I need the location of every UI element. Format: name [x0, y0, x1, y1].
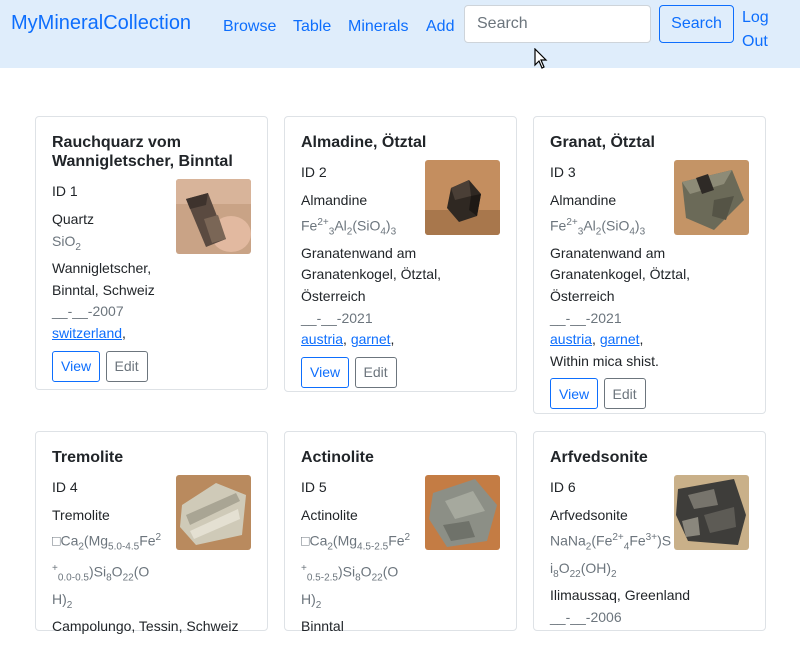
- tag-link[interactable]: austria: [301, 331, 343, 347]
- card-actions: View Edit: [550, 378, 749, 410]
- brand-link[interactable]: MyMineralCollection: [11, 12, 191, 35]
- card-actions: View Edit: [301, 356, 500, 388]
- view-button[interactable]: View: [550, 378, 599, 410]
- nav-link-minerals[interactable]: Minerals: [348, 18, 408, 36]
- tag-link[interactable]: switzerland: [52, 325, 122, 341]
- card-date: __-__-2021: [301, 309, 373, 326]
- card-date: __-__-2021: [550, 309, 622, 326]
- card-locality: Granatenwand am Granatenkogel, Ötztal, Ö…: [301, 244, 442, 305]
- edit-button[interactable]: Edit: [603, 378, 646, 410]
- tag-link[interactable]: garnet: [351, 331, 391, 347]
- card-title: Rauchquarz vom Wannigletscher, Binntal: [52, 134, 233, 170]
- mineral-photo[interactable]: [674, 475, 749, 550]
- view-button[interactable]: View: [301, 356, 350, 388]
- navbar: MyMineralCollection Browse Table Mineral…: [0, 0, 800, 69]
- nav-link-browse[interactable]: Browse: [223, 18, 276, 36]
- card-locality: Ilimaussaq, Greenland: [550, 587, 691, 604]
- card-formula: NaNa2(Fe2+4Fe3+)Si8O22(OH)2: [550, 531, 672, 580]
- mineral-photo[interactable]: [674, 160, 749, 235]
- card-locality: Binntal: [301, 618, 344, 635]
- search-button[interactable]: Search: [659, 5, 734, 43]
- card-tags: austria, garnet,: [301, 331, 395, 348]
- mineral-photo[interactable]: [425, 475, 500, 550]
- card-formula: □Ca2(Mg5.0-4.5Fe2+0.0-0.5)Si8O22(OH)2: [52, 531, 162, 611]
- logout-link[interactable]: Log Out: [742, 6, 782, 54]
- card-title: Actinolite: [301, 449, 374, 466]
- card-title: Arfvedsonite: [550, 449, 648, 466]
- card-locality: Campolungo, Tessin, Schweiz: [52, 618, 239, 635]
- mineral-card: Rauchquarz vom Wannigletscher, Binntal I…: [35, 116, 268, 390]
- mineral-card: Tremolite ID 4 Tremolite □Ca2(Mg5.0-4.5F…: [35, 431, 268, 634]
- mineral-card: Actinolite ID 5 Actinolite □Ca2(Mg4.5-2.…: [284, 431, 517, 634]
- view-button[interactable]: View: [52, 350, 101, 382]
- edit-button[interactable]: Edit: [105, 350, 148, 382]
- mineral-photo[interactable]: [176, 179, 251, 254]
- card-date: __-__-2006: [550, 608, 622, 625]
- nav-link-add[interactable]: Add: [426, 18, 454, 36]
- card-title: Almadine, Ötztal: [301, 134, 427, 151]
- card-tags: switzerland,: [52, 324, 126, 341]
- card-note: Within mica shist.: [550, 352, 659, 369]
- card-actions: View Edit: [52, 350, 251, 382]
- mineral-card: Arfvedsonite ID 6 Arfvedsonite NaNa2(Fe2…: [533, 431, 766, 631]
- card-date: __-__-2007: [52, 303, 124, 320]
- card-locality: Wannigletscher, Binntal, Schweiz: [52, 260, 155, 298]
- mineral-photo[interactable]: [176, 475, 251, 550]
- card-tags: austria, garnet,: [550, 331, 644, 348]
- mineral-card: Almadine, Ötztal ID 2 Almandine Fe2+3Al2…: [284, 116, 517, 392]
- card-locality: Granatenwand am Granatenkogel, Ötztal, Ö…: [550, 244, 691, 305]
- search-input[interactable]: [464, 5, 651, 43]
- mineral-photo[interactable]: [425, 160, 500, 235]
- mouse-cursor-icon: [534, 48, 548, 69]
- nav-link-table[interactable]: Table: [293, 18, 331, 36]
- tag-link[interactable]: austria: [550, 331, 592, 347]
- edit-button[interactable]: Edit: [354, 356, 397, 388]
- card-formula: □Ca2(Mg4.5-2.5Fe2+0.5-2.5)Si8O22(OH)2: [301, 531, 411, 611]
- card-title: Granat, Ötztal: [550, 134, 655, 151]
- card-title: Tremolite: [52, 449, 124, 466]
- tag-link[interactable]: garnet: [600, 331, 640, 347]
- mineral-card: Granat, Ötztal ID 3 Almandine Fe2+3Al2(S…: [533, 116, 766, 414]
